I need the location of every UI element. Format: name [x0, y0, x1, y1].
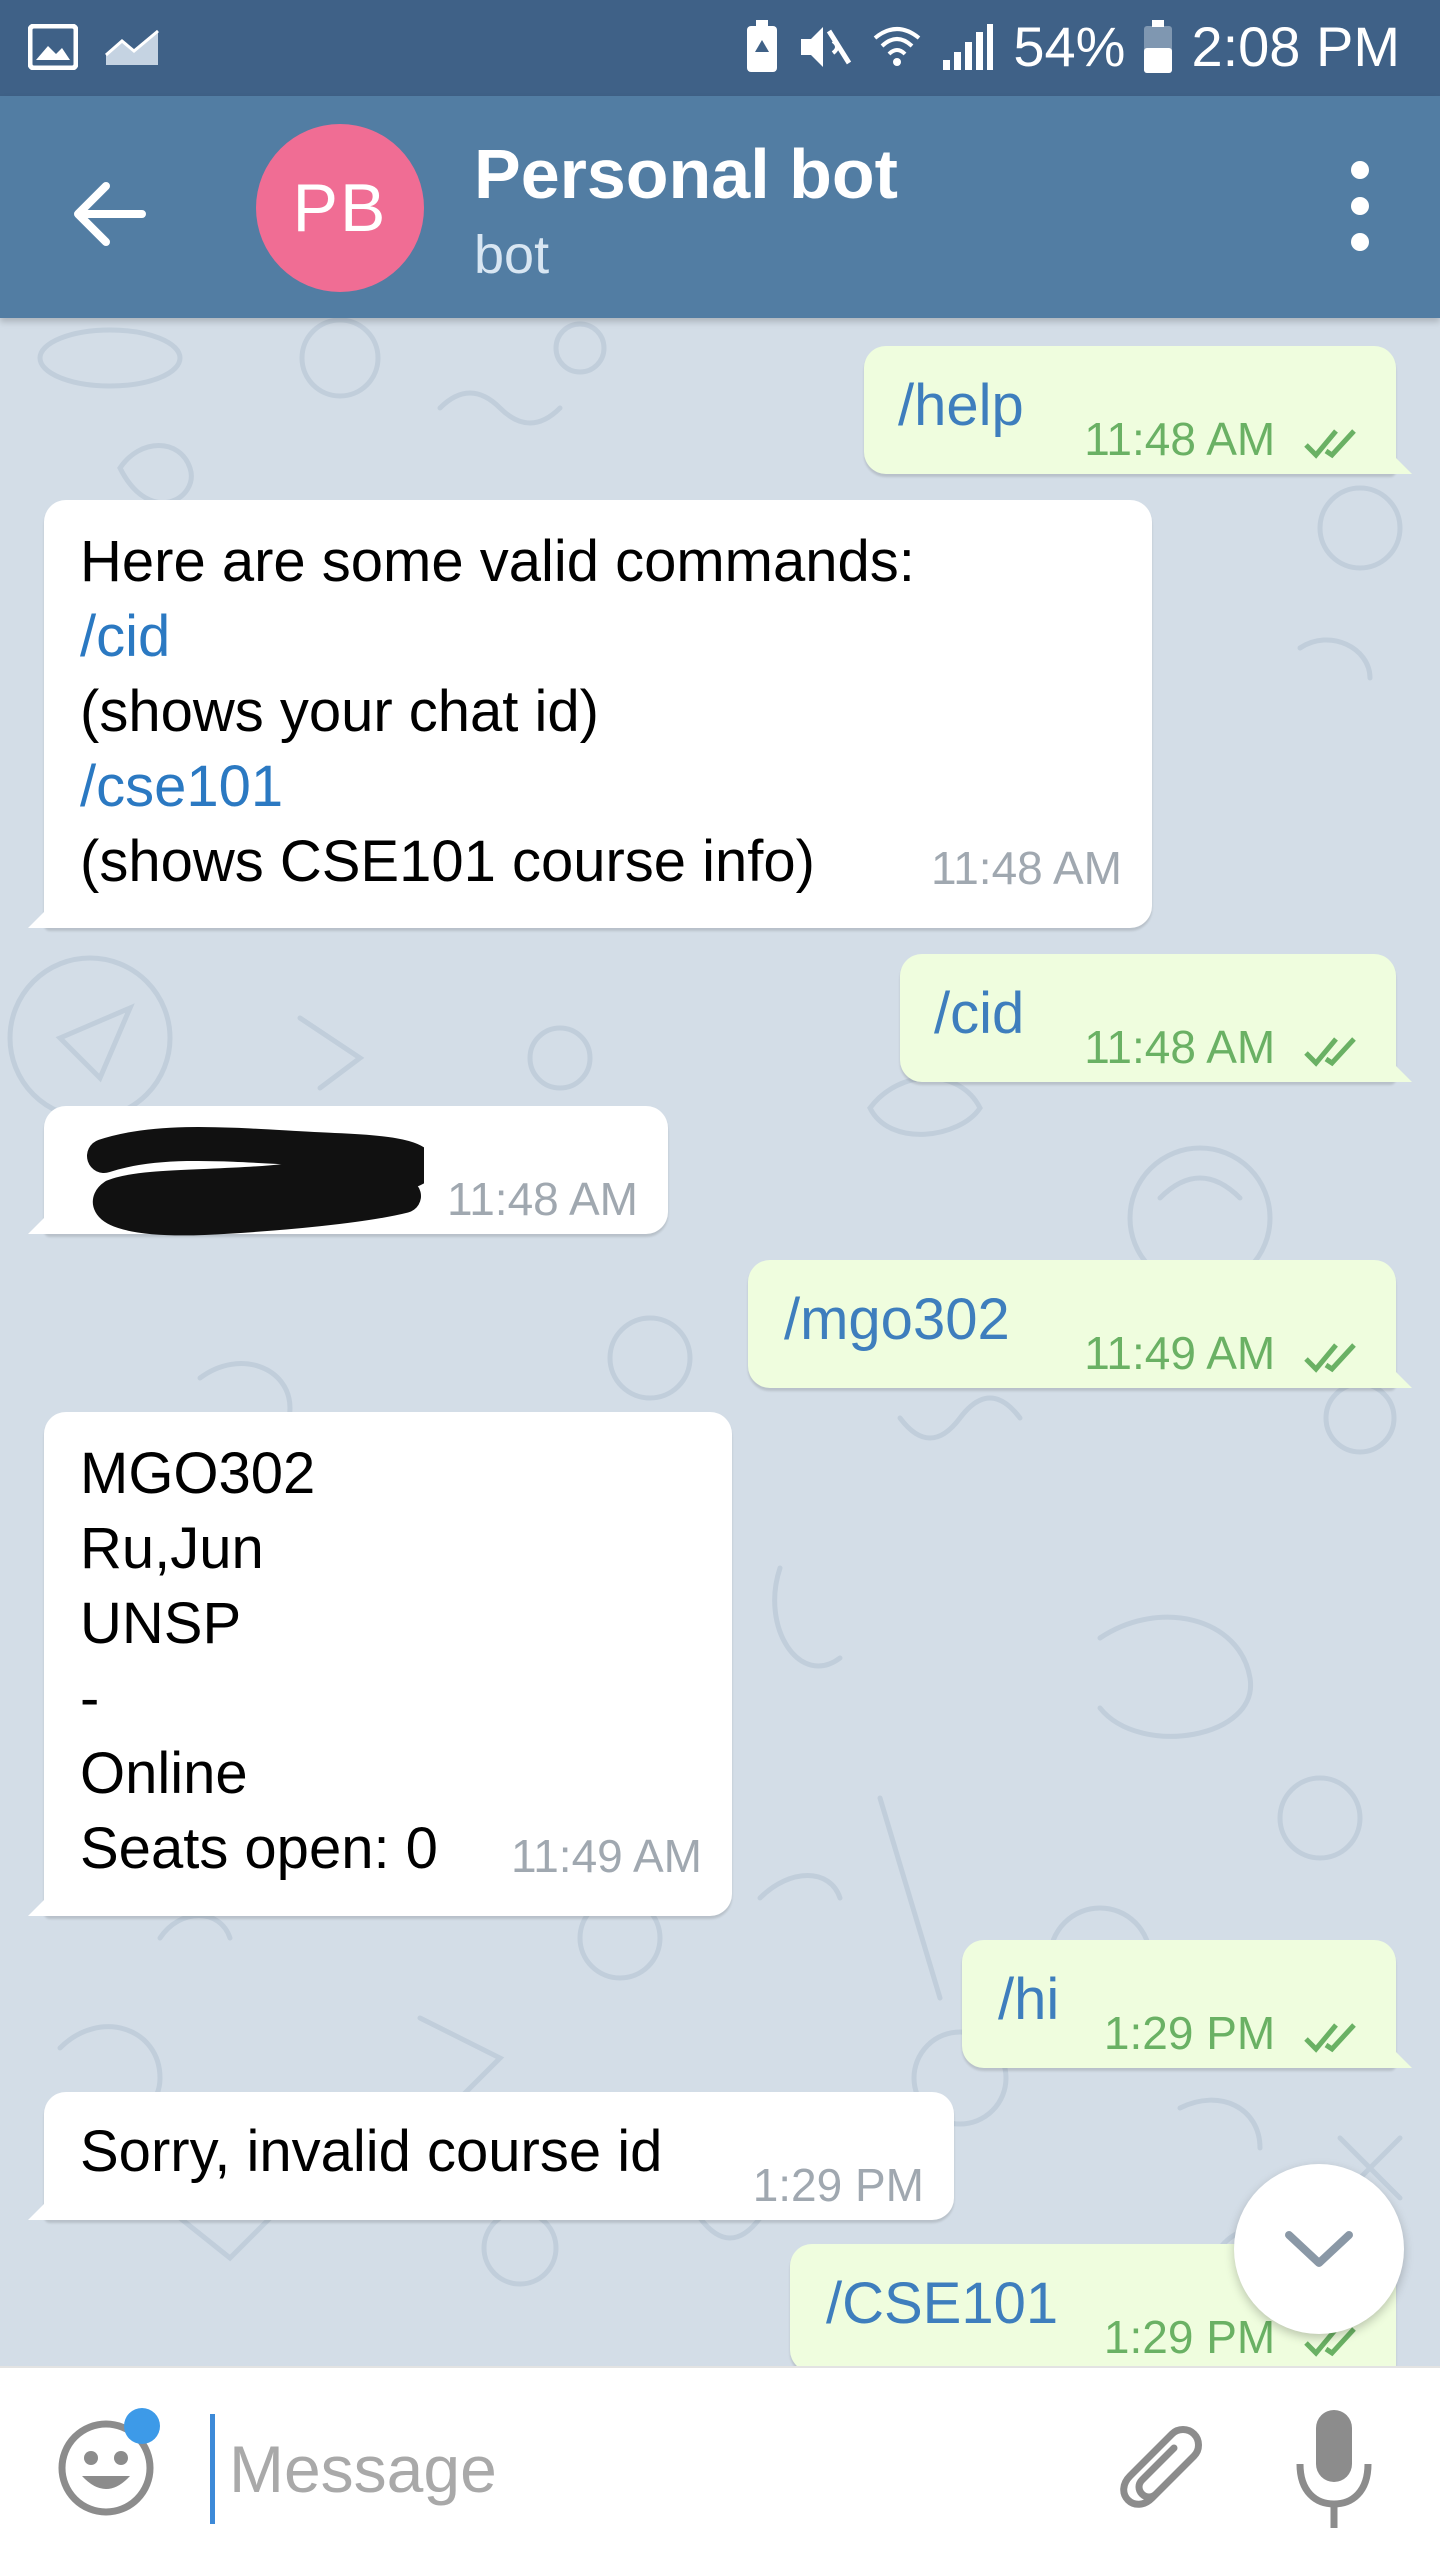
- signal-icon: [941, 22, 995, 72]
- message-time: 1:29 PM: [1103, 2311, 1276, 2363]
- chat-subtitle: bot: [474, 225, 550, 285]
- double-check-icon: [1304, 429, 1356, 459]
- chart-icon: [104, 27, 160, 67]
- status-bar: 54% 2:08 PM: [0, 0, 1440, 96]
- message-time: 11:48 AM: [1084, 413, 1276, 465]
- message-text[interactable]: /hi: [998, 1962, 1059, 2037]
- bubble-tail: [1390, 2046, 1412, 2068]
- mute-icon: [797, 21, 853, 73]
- message-text: Sorry, invalid course id: [80, 2119, 663, 2184]
- more-vertical-icon: [1351, 161, 1369, 251]
- course-separator: -: [80, 1666, 100, 1731]
- message-line: Here are some valid commands:: [80, 529, 915, 594]
- redacted-scribble: [87, 1126, 424, 1236]
- chat-title[interactable]: Personal bot: [474, 134, 898, 214]
- incoming-message[interactable]: Sorry, invalid course id 1:29 PM: [28, 2092, 954, 2220]
- battery-icon: [1143, 19, 1173, 74]
- bubble-tail: [28, 2198, 50, 2220]
- outgoing-message[interactable]: /help 11:48 AM: [864, 346, 1412, 477]
- message-line: (shows your chat id): [80, 679, 599, 744]
- message-text[interactable]: /mgo302: [784, 1282, 1010, 1357]
- microphone-icon: [1296, 2410, 1372, 2528]
- double-check-icon: [1304, 1037, 1356, 1067]
- chat-toolbar: PB Personal bot bot: [0, 96, 1440, 318]
- command-link-cse101[interactable]: /cse101: [80, 749, 915, 824]
- incoming-message[interactable]: 11:48 AM: [28, 1106, 668, 1236]
- command-link-cid[interactable]: /cid: [80, 599, 915, 674]
- avatar[interactable]: PB: [256, 124, 424, 292]
- message-time: 11:48 AM: [447, 1173, 638, 1225]
- course-seats: Seats open: 0: [80, 1816, 438, 1881]
- message-time: 11:49 AM: [511, 1830, 702, 1882]
- incoming-message[interactable]: MGO302 Ru,Jun UNSP - Online Seats open: …: [28, 1412, 732, 1916]
- message-composer: [0, 2366, 1440, 2560]
- battery-saver-icon: [745, 19, 779, 74]
- message-time: 1:29 PM: [752, 2159, 924, 2211]
- image-icon: [28, 24, 78, 70]
- message-line: (shows CSE101 course info): [80, 829, 815, 894]
- bubble-tail: [28, 1894, 50, 1916]
- bubble-tail: [28, 906, 50, 928]
- wifi-icon: [871, 22, 923, 72]
- message-time: 11:49 AM: [1084, 1327, 1276, 1379]
- message-text[interactable]: /CSE101: [826, 2266, 1058, 2341]
- message-meta: 11:48 AM: [1084, 402, 1366, 477]
- double-check-icon: [1304, 2023, 1356, 2053]
- course-location: UNSP: [80, 1591, 242, 1656]
- course-days: Ru,Jun: [80, 1516, 264, 1581]
- incoming-message[interactable]: Here are some valid commands: /cid (show…: [28, 500, 1152, 928]
- clock: 2:08 PM: [1191, 15, 1400, 78]
- message-text[interactable]: /cid: [934, 976, 1024, 1051]
- double-check-icon: [1304, 1343, 1356, 1373]
- message-time: 11:48 AM: [1084, 1021, 1276, 1073]
- course-mode: Online: [80, 1741, 248, 1806]
- more-options-button[interactable]: [1320, 146, 1400, 266]
- arrow-left-icon: [74, 182, 146, 246]
- notification-dot: [124, 2408, 160, 2444]
- bubble-tail: [1390, 1366, 1412, 1388]
- message-meta: 1:29 PM: [1104, 1996, 1366, 2071]
- bubble-tail: [1390, 1060, 1412, 1082]
- outgoing-message[interactable]: /cid 11:48 AM: [900, 954, 1412, 1085]
- bubble-tail: [1390, 452, 1412, 474]
- message-meta: 11:48 AM: [1084, 1010, 1366, 1085]
- outgoing-message[interactable]: /mgo302 11:49 AM: [748, 1260, 1412, 1391]
- scroll-to-bottom-button[interactable]: [1234, 2164, 1404, 2334]
- voice-record-button[interactable]: [1286, 2404, 1382, 2534]
- bubble-tail: [28, 1212, 50, 1234]
- attach-button[interactable]: [1100, 2412, 1210, 2522]
- message-list[interactable]: /help 11:48 AM Here are some valid comma…: [0, 318, 1440, 2366]
- back-button[interactable]: [60, 164, 160, 264]
- battery-percent: 54%: [1013, 15, 1126, 78]
- message-time: 11:48 AM: [931, 842, 1122, 894]
- message-text[interactable]: /help: [898, 368, 1024, 443]
- paperclip-icon: [1120, 2426, 1202, 2508]
- message-time: 1:29 PM: [1103, 2007, 1276, 2059]
- message-input[interactable]: [210, 2414, 1070, 2524]
- outgoing-message[interactable]: /hi 1:29 PM: [962, 1940, 1412, 2071]
- chevron-down-icon: [1285, 2231, 1353, 2267]
- message-meta: 11:49 AM: [1084, 1316, 1366, 1391]
- course-id: MGO302: [80, 1441, 316, 1506]
